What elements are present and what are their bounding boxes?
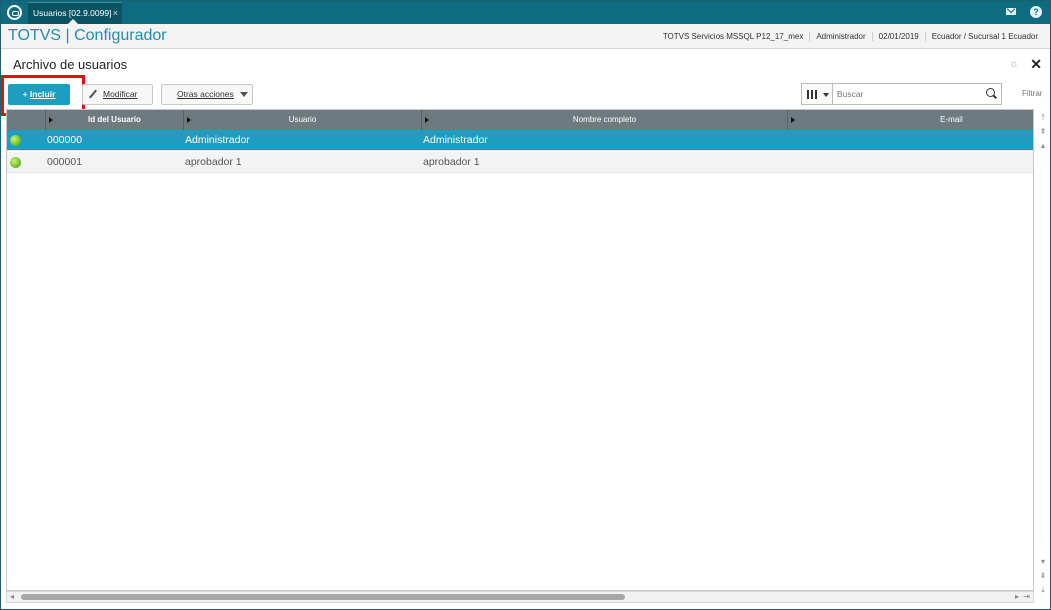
grid-header: Id del Usuario Usuario Nombre completo E… [7, 110, 1033, 130]
column-header-id[interactable]: Id del Usuario [45, 110, 183, 130]
table-row[interactable]: 000000 Administrador Administrador [7, 130, 1033, 151]
tab-close-icon[interactable]: × [113, 3, 118, 23]
gear-icon[interactable]: ☼ [1009, 59, 1020, 70]
date-info: 02/01/2019 [871, 32, 925, 41]
status-green-icon [10, 157, 21, 168]
column-header-nombre[interactable]: Nombre completo [421, 110, 787, 130]
branch-info: Ecuador / Sucursal 1 Ecuador [924, 32, 1044, 41]
scroll-left-icon[interactable]: ◂ [10, 592, 14, 602]
totvs-logo-icon[interactable] [7, 5, 22, 20]
server-info: TOTVS Servicios MSSQL P12_17_mex [662, 32, 804, 41]
search-input[interactable] [832, 83, 1002, 105]
scroll-bottom-icon[interactable]: ⤓ [1039, 585, 1047, 595]
other-actions-button[interactable]: Otras acciones [161, 84, 253, 105]
modify-label: Modificar [103, 89, 138, 99]
top-tab-bar: Usuarios [02.9.0099] × ? [1, 1, 1050, 24]
page-title: Archivo de usuarios [13, 57, 128, 72]
cell-usuario: Administrador [185, 134, 250, 146]
tab-label: Usuarios [02.9.0099] [33, 8, 112, 18]
other-actions-label: Otras acciones [177, 89, 234, 99]
scroll-page-up-icon[interactable]: ⇞ [1039, 127, 1047, 137]
column-menu-icon[interactable] [791, 117, 795, 123]
horizontal-scrollbar[interactable]: ◂ ▸ ⇥ [6, 591, 1034, 603]
scroll-down-icon[interactable]: ▾ [1039, 557, 1047, 567]
modify-button[interactable]: Modificar [82, 84, 153, 105]
scroll-up-icon[interactable]: ▴ [1039, 141, 1047, 151]
scroll-right-icon[interactable]: ▸ [1015, 592, 1019, 602]
session-info: TOTVS Servicios MSSQL P12_17_mex Adminis… [657, 32, 1044, 41]
chevron-down-icon [240, 92, 248, 97]
help-icon[interactable]: ? [1030, 6, 1042, 18]
vertical-scrollbar[interactable]: ⤒ ⇞ ▴ ▾ ⇟ ⤓ [1037, 109, 1049, 594]
table-row[interactable]: 000001 aprobador 1 aprobador 1 [7, 152, 1033, 173]
cell-nombre: aprobador 1 [423, 156, 480, 168]
cell-id: 000000 [47, 134, 83, 146]
scroll-end-icon[interactable]: ⇥ [1023, 592, 1030, 602]
column-header-email[interactable]: E-mail [787, 110, 1033, 130]
columns-icon [807, 90, 817, 99]
close-icon[interactable]: ✕ [1030, 56, 1042, 73]
column-selector-button[interactable] [801, 83, 833, 105]
cell-usuario: aprobador 1 [185, 156, 242, 168]
mail-icon[interactable] [1006, 8, 1016, 15]
scroll-top-icon[interactable]: ⤒ [1039, 113, 1047, 123]
chevron-down-icon [823, 93, 829, 97]
status-column-header [7, 110, 45, 130]
search-icon[interactable] [986, 88, 995, 97]
app-title: TOTVS | Configurador [8, 27, 167, 44]
column-header-usuario[interactable]: Usuario [183, 110, 421, 130]
cell-nombre: Administrador [423, 134, 488, 146]
scroll-page-down-icon[interactable]: ⇟ [1039, 571, 1047, 581]
app-header: TOTVS | Configurador TOTVS Servicios MSS… [1, 24, 1050, 49]
users-grid: Id del Usuario Usuario Nombre completo E… [6, 109, 1034, 591]
app-window: Usuarios [02.9.0099] × ? TOTVS | Configu… [0, 0, 1051, 610]
status-green-icon [10, 135, 21, 146]
filter-link[interactable]: Filtrar [1022, 89, 1042, 98]
user-info: Administrador [809, 32, 871, 41]
cell-id: 000001 [47, 156, 83, 168]
scroll-thumb[interactable] [21, 594, 625, 600]
pencil-icon [89, 89, 97, 99]
